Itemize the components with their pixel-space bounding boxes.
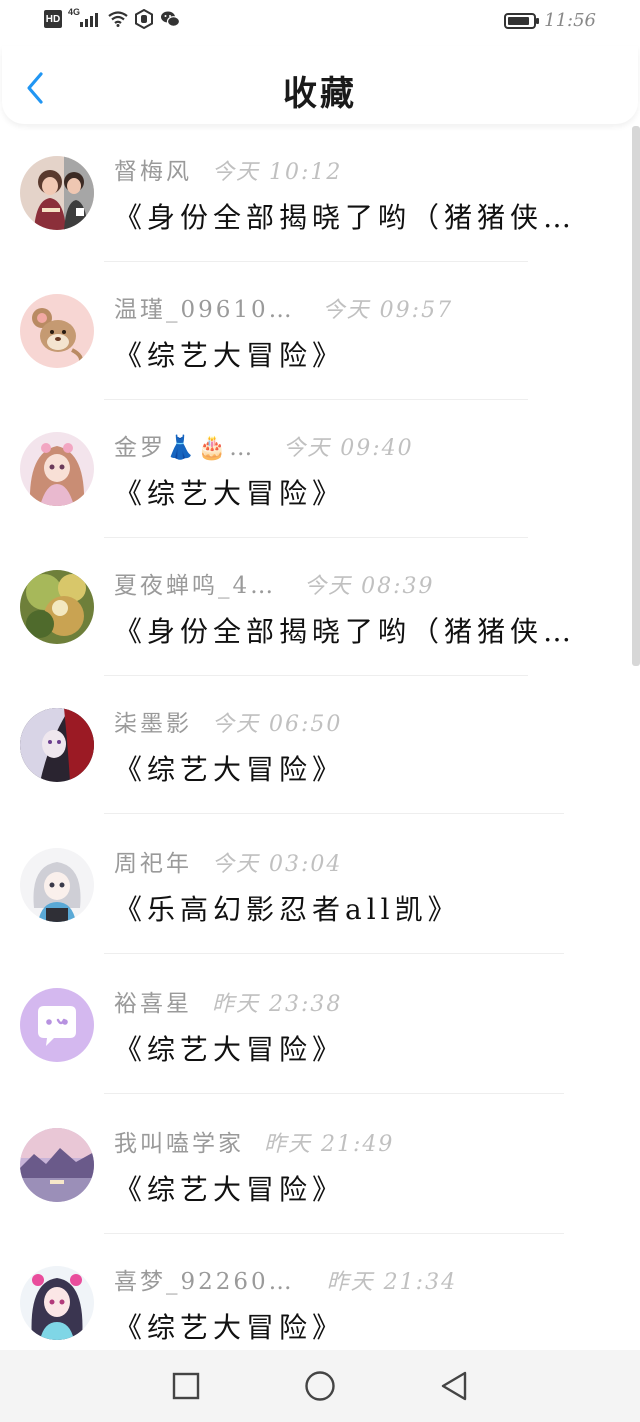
scrollbar[interactable] — [632, 126, 640, 666]
back-icon — [441, 1371, 467, 1401]
home-icon — [305, 1371, 335, 1401]
avatar[interactable] — [20, 988, 94, 1062]
item-meta: 金罗👗🎂… 今天 09:40 — [114, 428, 414, 461]
username: 周祀年 — [114, 851, 192, 877]
avatar[interactable] — [20, 708, 94, 782]
item-meta: 裕喜星 昨天 23:38 — [114, 984, 343, 1017]
list-item[interactable]: 我叫嗑学家 昨天 21:49 《综艺大冒险》 — [0, 1096, 628, 1234]
status-bar: HD 4G 11:56 — [0, 0, 640, 44]
username: 金罗👗🎂… — [114, 435, 256, 461]
item-title: 《综艺大冒险》 — [114, 339, 346, 372]
list-item[interactable]: 金罗👗🎂… 今天 09:40 《综艺大冒险》 — [0, 400, 628, 538]
timestamp: 昨天 21:34 — [326, 1270, 458, 1295]
item-meta: 夏夜蝉鸣_4… 今天 08:39 — [114, 566, 435, 599]
username: 喜梦_92260… — [114, 1269, 295, 1295]
wifi-icon — [108, 9, 128, 29]
item-title: 《综艺大冒险》 — [114, 1173, 346, 1206]
username: 温瑾_09610… — [114, 297, 295, 323]
list-item[interactable]: 喜梦_92260… 昨天 21:34 《综艺大冒险》 — [0, 1234, 628, 1350]
signal-label: 4G — [68, 7, 81, 17]
item-meta: 周祀年 今天 03:04 — [114, 844, 343, 877]
avatar[interactable] — [20, 570, 94, 644]
recent-apps-icon — [172, 1372, 200, 1400]
avatar[interactable] — [20, 432, 94, 506]
timestamp: 昨天 23:38 — [212, 992, 343, 1017]
recent-apps-button[interactable] — [161, 1361, 211, 1411]
list-item[interactable]: 柒墨影 今天 06:50 《综艺大冒险》 — [0, 676, 628, 814]
username: 夏夜蝉鸣_4… — [114, 573, 277, 599]
item-meta: 喜梦_92260… 昨天 21:34 — [114, 1262, 458, 1295]
item-title: 《综艺大冒险》 — [114, 1311, 346, 1344]
avatar[interactable] — [20, 1128, 94, 1202]
item-meta: 柒墨影 今天 06:50 — [114, 704, 343, 737]
notification-icon — [134, 9, 154, 29]
status-left: HD 4G — [44, 7, 180, 29]
item-title: 《综艺大冒险》 — [114, 477, 346, 510]
timestamp: 今天 10:12 — [212, 160, 343, 185]
battery-icon — [504, 12, 540, 29]
header-bar: 收藏 — [2, 46, 638, 124]
item-meta: 督梅风 今天 10:12 — [114, 152, 343, 185]
favorites-list: 督梅风 今天 10:12 《身份全部揭晓了哟（猪猪侠… 温瑾_09610… 今天… — [0, 124, 640, 1350]
avatar[interactable] — [20, 848, 94, 922]
home-button[interactable] — [295, 1361, 345, 1411]
divider — [104, 953, 564, 954]
item-title: 《身份全部揭晓了哟（猪猪侠… — [114, 615, 577, 648]
divider — [104, 813, 564, 814]
item-title: 《身份全部揭晓了哟（猪猪侠… — [114, 201, 577, 234]
list-item[interactable]: 夏夜蝉鸣_4… 今天 08:39 《身份全部揭晓了哟（猪猪侠… — [0, 538, 628, 676]
timestamp: 昨天 21:49 — [264, 1132, 395, 1157]
username: 我叫嗑学家 — [114, 1131, 244, 1157]
avatar[interactable] — [20, 294, 94, 368]
timestamp: 今天 09:57 — [322, 298, 454, 323]
divider — [104, 1093, 564, 1094]
chat-bubble-icon — [20, 988, 94, 1062]
item-meta: 我叫嗑学家 昨天 21:49 — [114, 1124, 395, 1157]
item-title: 《综艺大冒险》 — [114, 753, 346, 786]
list-item[interactable]: 温瑾_09610… 今天 09:57 《综艺大冒险》 — [0, 262, 628, 400]
item-title: 《乐高幻影忍者all凯》 — [114, 893, 461, 926]
timestamp: 今天 09:40 — [283, 436, 414, 461]
status-right: 11:56 — [504, 10, 596, 31]
page-title: 收藏 — [283, 74, 357, 114]
list-item[interactable]: 裕喜星 昨天 23:38 《综艺大冒险》 — [0, 956, 628, 1094]
list-item[interactable]: 周祀年 今天 03:04 《乐高幻影忍者all凯》 — [0, 816, 628, 954]
system-nav-bar — [0, 1350, 640, 1422]
timestamp: 今天 03:04 — [212, 852, 343, 877]
system-back-button[interactable] — [429, 1361, 479, 1411]
timestamp: 今天 08:39 — [304, 574, 435, 599]
avatar[interactable] — [20, 1266, 94, 1340]
item-meta: 温瑾_09610… 今天 09:57 — [114, 290, 454, 323]
wechat-icon — [160, 9, 180, 29]
hd-icon: HD — [44, 10, 62, 28]
item-title: 《综艺大冒险》 — [114, 1033, 346, 1066]
username: 裕喜星 — [114, 991, 192, 1017]
avatar[interactable] — [20, 156, 94, 230]
timestamp: 今天 06:50 — [212, 712, 343, 737]
signal-icon: 4G — [68, 7, 102, 29]
username: 督梅风 — [114, 159, 192, 185]
username: 柒墨影 — [114, 711, 192, 737]
status-time: 11:56 — [544, 10, 596, 31]
list-item[interactable]: 督梅风 今天 10:12 《身份全部揭晓了哟（猪猪侠… — [0, 124, 628, 262]
